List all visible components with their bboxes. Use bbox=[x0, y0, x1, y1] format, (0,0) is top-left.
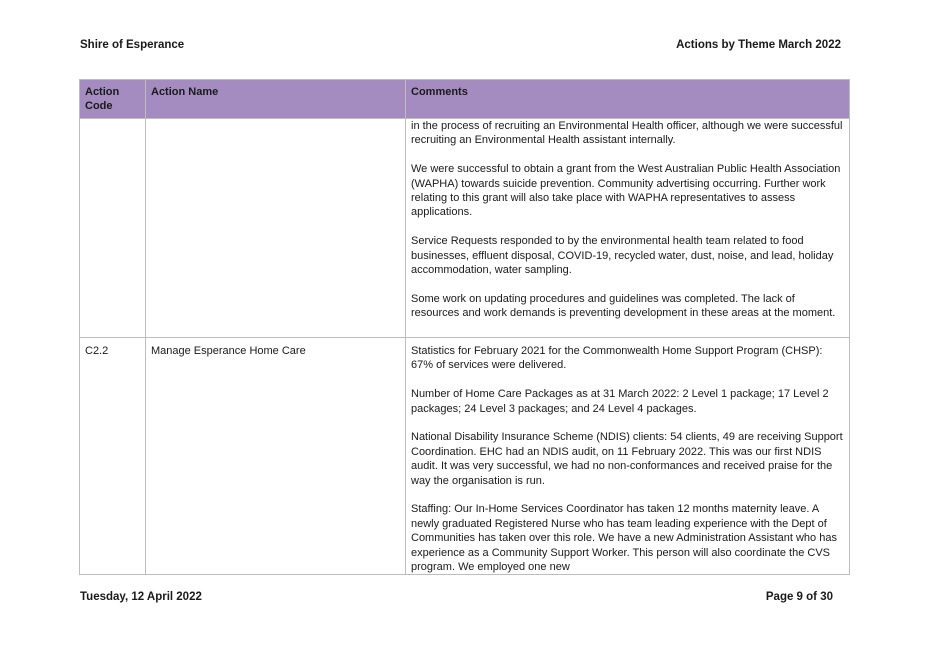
action-name-cell bbox=[145, 118, 406, 338]
comment-paragraph: We were successful to obtain a grant fro… bbox=[411, 163, 841, 219]
comments-cell: Statistics for February 2021 for the Com… bbox=[405, 337, 850, 575]
comment-paragraph: Statistics for February 2021 for the Com… bbox=[411, 345, 823, 372]
action-code-cell: C2.2 bbox=[79, 337, 146, 575]
comment-paragraph: Some work on updating procedures and gui… bbox=[411, 292, 836, 320]
report-date: Tuesday, 12 April 2022 bbox=[80, 591, 202, 603]
comment-paragraph: Service Requests responded to by the env… bbox=[411, 235, 834, 277]
page-number: Page 9 of 30 bbox=[765, 591, 833, 603]
column-header-action-code: Action Code bbox=[79, 79, 146, 119]
document-title: Actions by Theme March 2022 bbox=[676, 39, 841, 51]
action-code-cell bbox=[79, 118, 146, 338]
column-header-comments: Comments bbox=[405, 79, 850, 119]
organisation-name: Shire of Esperance bbox=[80, 39, 185, 51]
comment-paragraph: National Disability Insurance Scheme (ND… bbox=[411, 431, 843, 487]
comment-paragraph: Number of Home Care Packages as at 31 Ma… bbox=[411, 388, 829, 415]
table-header-row: Action Code Action Name Comments bbox=[79, 79, 850, 119]
comments-cell: in the process of recruiting an Environm… bbox=[405, 118, 850, 338]
actions-table: Action Code Action Name Comments in the … bbox=[79, 79, 850, 575]
table-row: C2.2 Manage Esperance Home Care Statisti… bbox=[79, 337, 850, 575]
table-row: in the process of recruiting an Environm… bbox=[79, 118, 850, 338]
column-header-action-name: Action Name bbox=[145, 79, 406, 119]
comment-paragraph: Staffing: Our In-Home Services Coordinat… bbox=[411, 503, 837, 574]
comment-paragraph: in the process of recruiting an Environm… bbox=[411, 120, 843, 147]
action-name-cell: Manage Esperance Home Care bbox=[145, 337, 406, 575]
